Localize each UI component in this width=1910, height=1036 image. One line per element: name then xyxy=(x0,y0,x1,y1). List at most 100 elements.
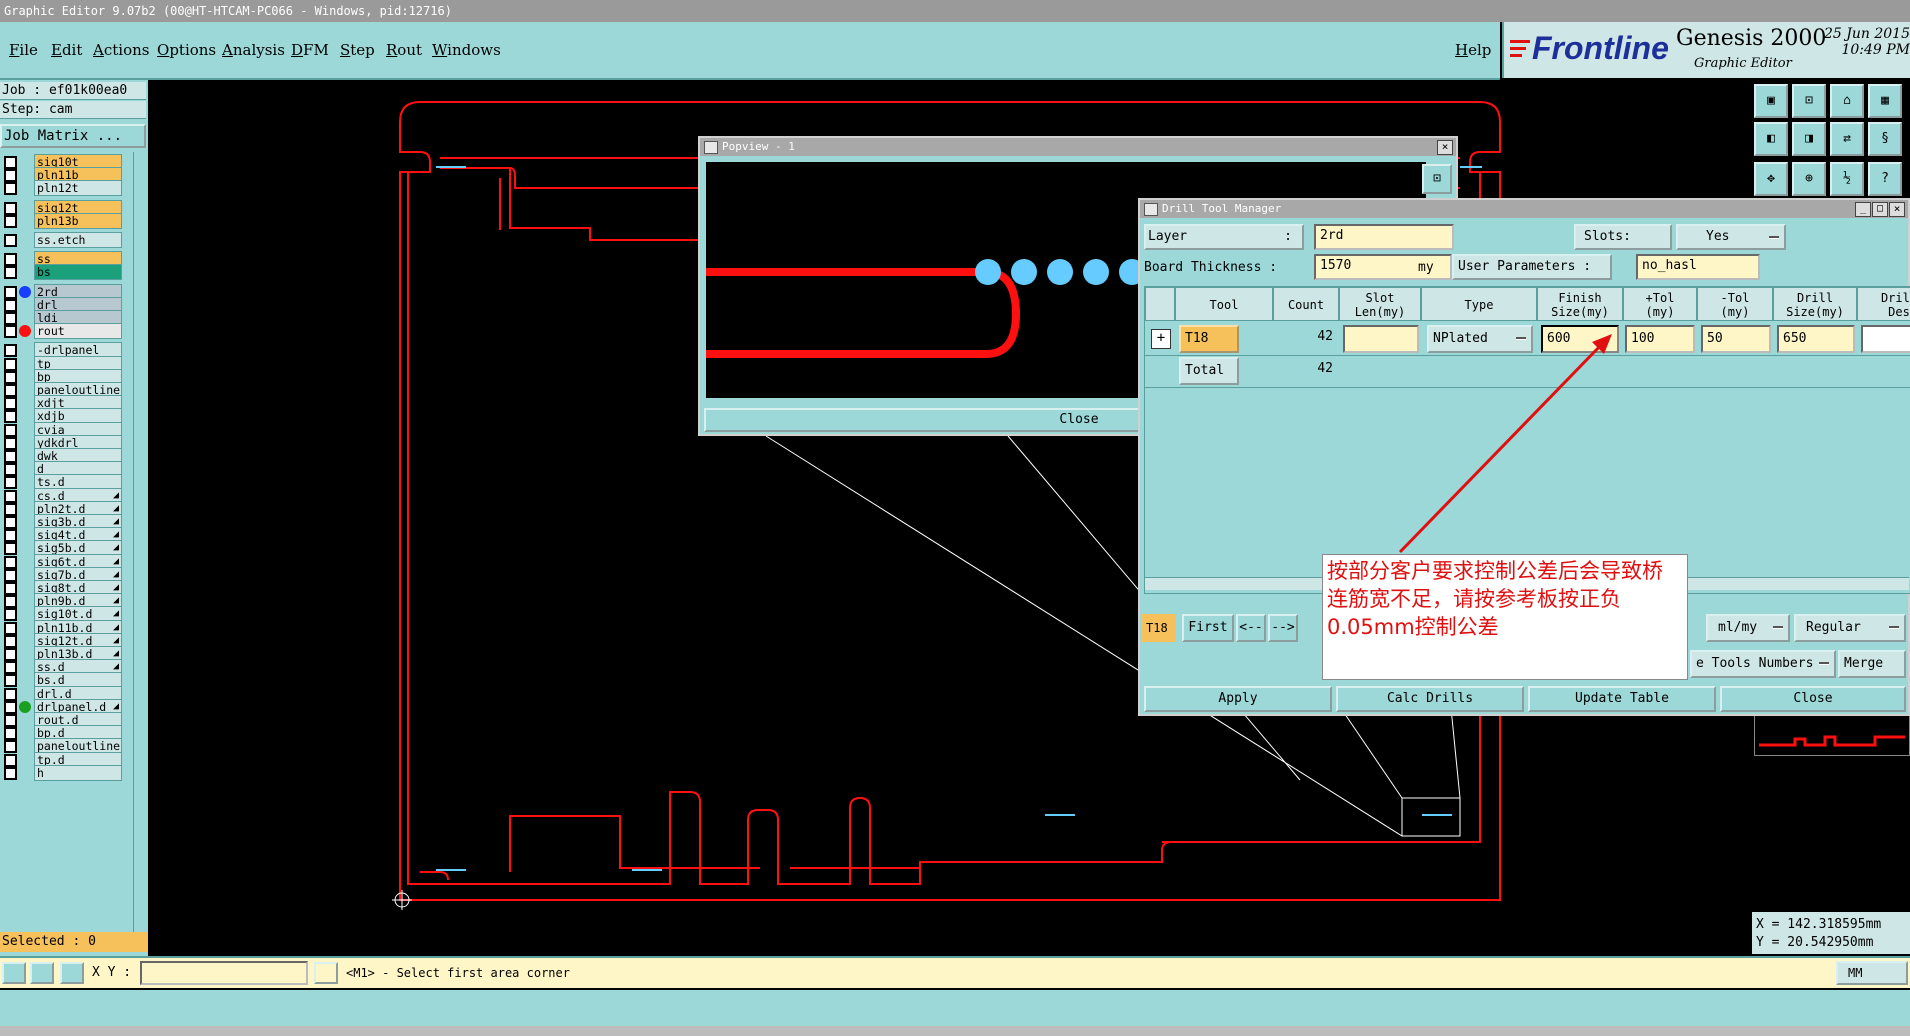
job-label: Job : ef01k00ea0 xyxy=(0,82,146,100)
unit-mode-dropdown[interactable]: ml/my xyxy=(1706,614,1790,642)
thickness-units: my xyxy=(1418,260,1434,275)
coord-y: Y = 20.542950mm xyxy=(1756,935,1874,950)
layer-label-button[interactable]: Layer : xyxy=(1144,224,1304,250)
layer-checkbox[interactable] xyxy=(4,766,17,780)
total-label: Total xyxy=(1179,357,1239,385)
layer-row[interactable]: pln13b xyxy=(0,212,132,229)
first-button[interactable]: First xyxy=(1182,614,1234,642)
layer-row[interactable]: h xyxy=(0,764,132,781)
layer-row[interactable]: rout xyxy=(0,323,132,340)
drill-pads-bottom-center xyxy=(1045,814,1075,816)
zoom-selection-box xyxy=(1401,797,1461,837)
table-header-blank xyxy=(1145,287,1175,321)
menu-dfm[interactable]: DFM xyxy=(291,41,329,59)
mode-dropdown[interactable]: Regular xyxy=(1794,614,1906,642)
layer-list-scrollbar[interactable] xyxy=(133,152,147,948)
menu-analysis[interactable]: Analysis xyxy=(222,41,285,59)
close-icon[interactable]: × xyxy=(1889,202,1905,217)
popview-title: Popview - 1 xyxy=(722,140,795,153)
cursor-coordinates: X = 142.318595mm Y = 20.542950mm xyxy=(1752,912,1910,954)
menu-rout[interactable]: Rout xyxy=(386,41,422,59)
plus-tol-field[interactable]: 100 xyxy=(1625,325,1695,353)
job-matrix-button[interactable]: Job Matrix ... xyxy=(0,124,146,148)
layer-label: Layer xyxy=(1148,229,1188,244)
dropdown-arrow-icon xyxy=(1773,626,1783,629)
drill-size-field[interactable]: 650 xyxy=(1777,325,1855,353)
measure-tool-icon[interactable] xyxy=(30,962,54,984)
layer-name[interactable]: ss.etch xyxy=(34,232,122,248)
frontline-logo: Frontline xyxy=(1532,30,1669,66)
time: 10:49 PM xyxy=(1841,42,1910,58)
slots-dropdown[interactable]: Yes xyxy=(1676,224,1786,250)
layer-field[interactable]: 2rd xyxy=(1314,224,1454,250)
drill-pads-bottom-right xyxy=(1422,814,1452,816)
menu-help[interactable]: Help xyxy=(1455,41,1491,59)
layer-checkbox[interactable] xyxy=(4,325,17,339)
center-icon[interactable]: ⊕ xyxy=(1792,162,1826,196)
select-tool-icon[interactable] xyxy=(2,962,26,984)
tools-numbers-value: e Tools Numbers xyxy=(1696,656,1814,671)
home-icon[interactable]: ⌂ xyxy=(1830,84,1864,118)
menu-options[interactable]: Options xyxy=(157,41,216,59)
layer-checkbox[interactable] xyxy=(4,214,17,228)
menu-windows[interactable]: Windows xyxy=(432,41,501,59)
close-icon[interactable]: × xyxy=(1437,140,1453,155)
zoom-home-icon[interactable]: ▣ xyxy=(1754,84,1788,118)
menu-file[interactable]: File xyxy=(9,41,38,59)
zoom-fit-icon[interactable]: ⊡ xyxy=(1792,84,1826,118)
drill-manager-close-button[interactable]: Close xyxy=(1720,686,1906,712)
menu-step[interactable]: Step xyxy=(340,41,375,59)
layer-row[interactable]: pln12t xyxy=(0,180,132,197)
prev-button[interactable]: <-- xyxy=(1236,614,1266,642)
calc-drills-button[interactable]: Calc Drills xyxy=(1336,686,1524,712)
product-subtitle: Graphic Editor xyxy=(1694,56,1792,71)
menu-actions[interactable]: Actions xyxy=(93,41,149,59)
total-count: 42 xyxy=(1317,361,1333,376)
layer-name[interactable]: pln13b xyxy=(34,212,122,229)
help-icon[interactable]: ? xyxy=(1868,162,1902,196)
info-icon[interactable] xyxy=(314,962,338,984)
tool-cell[interactable]: T18 xyxy=(1179,325,1239,353)
user-parameters-label[interactable]: User Parameters : xyxy=(1452,254,1612,280)
layer-row[interactable]: bs xyxy=(0,264,132,281)
mirror-icon[interactable]: ⇄ xyxy=(1830,122,1864,156)
pan-left-icon[interactable]: ◧ xyxy=(1754,122,1788,156)
layer-checkbox[interactable] xyxy=(4,234,17,247)
layer-checkbox[interactable] xyxy=(4,182,17,196)
layer-checkbox[interactable] xyxy=(4,266,17,280)
user-parameters-field[interactable]: no_hasl xyxy=(1636,254,1760,280)
layer-name[interactable]: pln12t xyxy=(34,180,122,197)
layer-list: sig10t pln11b pln12t sig12t pln13b ss.etch ss b… xyxy=(0,152,132,948)
rout-corner-left xyxy=(420,871,449,881)
layer-row[interactable]: ss.etch xyxy=(0,232,132,248)
tools-numbers-dropdown[interactable]: e Tools Numbers xyxy=(1690,650,1836,678)
layer-name[interactable]: rout xyxy=(34,323,122,340)
xy-input[interactable] xyxy=(140,961,308,985)
menu-edit[interactable]: Edit xyxy=(51,41,82,59)
grid-tool-icon[interactable] xyxy=(60,962,84,984)
col-header-tool: Tool xyxy=(1175,287,1273,321)
drill-des-field[interactable] xyxy=(1861,325,1910,353)
command-prompt: <M1> - Select first area corner xyxy=(346,966,570,980)
minus-tol-field[interactable]: 50 xyxy=(1701,325,1771,353)
merge-button[interactable]: Merge xyxy=(1838,650,1906,678)
window-layout-icon[interactable]: ▦ xyxy=(1868,84,1902,118)
slots-label-box: Slots: xyxy=(1574,224,1672,250)
layer-name[interactable]: bs xyxy=(34,264,122,281)
maximize-icon[interactable]: □ xyxy=(1872,202,1888,217)
minimize-icon[interactable]: _ xyxy=(1855,202,1871,217)
next-button[interactable]: --> xyxy=(1268,614,1298,642)
scale-1-2-icon[interactable]: ½ xyxy=(1830,162,1864,196)
units-dropdown[interactable]: MM xyxy=(1836,961,1908,985)
apply-button[interactable]: Apply xyxy=(1144,686,1332,712)
zoom-in-icon[interactable]: ✥ xyxy=(1754,162,1788,196)
xy-label: X Y : xyxy=(92,965,132,980)
dropdown-arrow-icon xyxy=(1819,662,1829,665)
layer-name[interactable]: h xyxy=(34,764,122,781)
snap-icon[interactable]: § xyxy=(1868,122,1902,156)
expand-icon[interactable]: + xyxy=(1151,329,1171,349)
pan-right-icon[interactable]: ◨ xyxy=(1792,122,1826,156)
coord-x: X = 142.318595mm xyxy=(1756,917,1882,932)
popview-fit-icon[interactable]: ⊡ xyxy=(1422,164,1452,194)
update-table-button[interactable]: Update Table xyxy=(1528,686,1716,712)
